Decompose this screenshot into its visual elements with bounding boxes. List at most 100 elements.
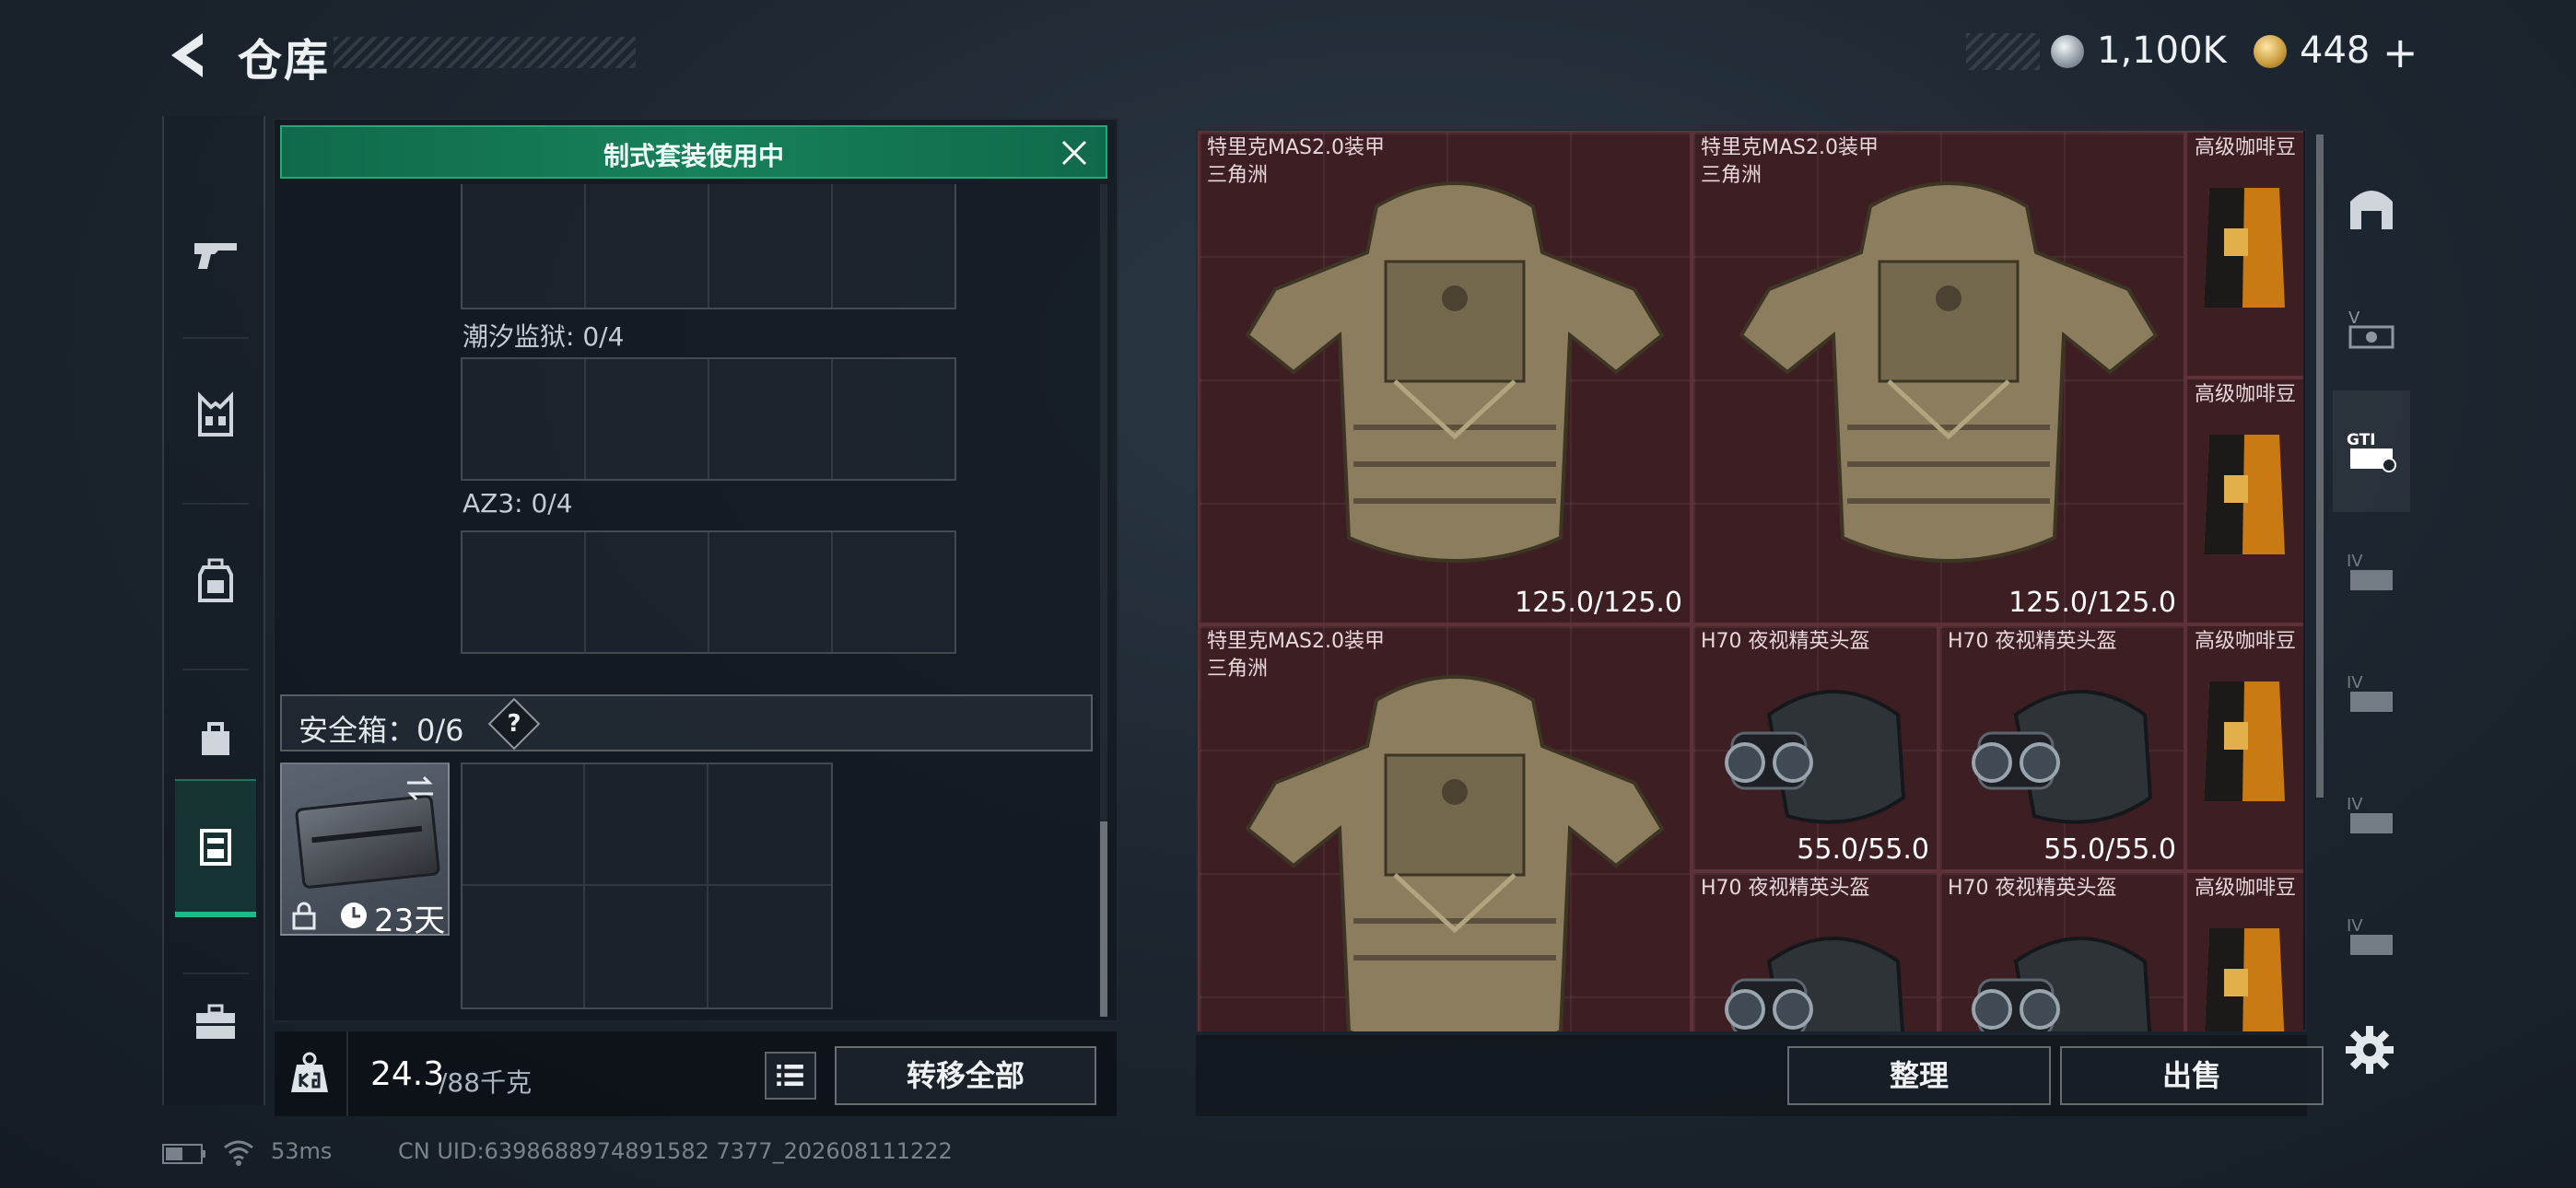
stash-page-tab-iv-3[interactable]: IV	[2333, 755, 2410, 877]
gold-coin-icon	[2254, 35, 2287, 68]
grid-cell[interactable]	[586, 532, 709, 652]
item-name: H70 夜视精英头盔	[1948, 877, 2117, 900]
nav-weapons[interactable]	[175, 184, 256, 322]
stash-scrollbar-thumb[interactable]	[2316, 134, 2324, 798]
sort-button[interactable]: 整理	[1787, 1046, 2051, 1105]
stash-iv-3-icon: IV	[2347, 795, 2393, 833]
category-nav	[162, 116, 265, 1105]
swap-icon[interactable]	[402, 770, 439, 807]
grid-cell[interactable]	[463, 359, 586, 479]
stash-page-tab-iv-4[interactable]: IV	[2333, 877, 2410, 998]
stash-page-tab-gti[interactable]: GTI	[2333, 390, 2410, 512]
item-name: H70 夜视精英头盔	[1701, 877, 1870, 900]
stash-item-helmet[interactable]: H70 夜视精英头盔	[1692, 871, 1938, 1031]
help-icon: ?	[507, 710, 521, 738]
pistol-icon	[194, 243, 237, 269]
nav-backpack[interactable]	[175, 512, 256, 650]
slot-grid[interactable]	[461, 357, 956, 481]
body-armor-image	[1245, 675, 1665, 1031]
item-name: 特里克MAS2.0装甲	[1701, 136, 1879, 159]
slot-grid[interactable]	[461, 530, 956, 654]
stash-page-tab-iv-2[interactable]: IV	[2333, 634, 2410, 755]
storage-scrollbar-thumb[interactable]	[1100, 821, 1107, 1017]
add-currency-button[interactable]: +	[2383, 28, 2418, 77]
item-durability: 55.0/55.0	[1797, 833, 1929, 866]
stash-page-tab-vault[interactable]	[2333, 147, 2410, 269]
item-subtitle: 三角洲	[1207, 164, 1269, 187]
grid-cell[interactable]	[833, 184, 954, 308]
pouch-icon	[202, 722, 229, 755]
transfer-all-button[interactable]: 转移全部	[835, 1046, 1096, 1105]
nav-divider	[182, 503, 249, 505]
status-footer: 53ms CN UID:6398688974891582 7377_202608…	[162, 1138, 1176, 1170]
stash-item-armor[interactable]: 特里克MAS2.0装甲 三角洲 125.0/125.0	[1198, 131, 1692, 624]
grid-cell[interactable]	[833, 532, 954, 652]
body-armor-image	[1739, 181, 2159, 563]
nav-toolbox[interactable]	[175, 954, 256, 1092]
safe-box-days-left: 23天	[374, 903, 446, 939]
coffee-bag-image	[2204, 681, 2285, 801]
stash-item-helmet[interactable]: H70 夜视精英头盔 55.0/55.0	[1938, 624, 2185, 871]
close-icon[interactable]	[1056, 134, 1093, 171]
grid-cell[interactable]	[709, 359, 833, 479]
item-subtitle: 三角洲	[1701, 164, 1762, 187]
stash-iv-2-icon: IV	[2347, 673, 2393, 712]
sell-button[interactable]: 出售	[2060, 1046, 2324, 1105]
safe-box-item[interactable]: 23天	[280, 763, 450, 939]
grid-cell[interactable]	[463, 886, 586, 1007]
title-decoration	[334, 37, 636, 68]
help-button[interactable]: ?	[487, 697, 541, 751]
grid-cell[interactable]	[585, 886, 708, 1007]
user-uid: CN UID:6398688974891582 7377_20260811122…	[398, 1138, 953, 1164]
grid-cell[interactable]	[833, 359, 954, 479]
item-name: 高级咖啡豆	[2195, 136, 2297, 159]
grid-cell[interactable]	[585, 764, 708, 886]
body-armor-image	[1245, 181, 1665, 563]
grid-cell[interactable]	[586, 359, 709, 479]
stash-tab-label: IV	[2347, 673, 2363, 693]
grid-cell[interactable]	[463, 532, 586, 652]
stash-tab-label: IV	[2347, 795, 2363, 814]
stash-item-coffee[interactable]: 高级咖啡豆	[2185, 871, 2303, 1031]
nav-safe-box[interactable]	[175, 779, 256, 917]
item-durability: 55.0/55.0	[2043, 833, 2176, 866]
grid-cell[interactable]	[463, 764, 586, 886]
stash-item-helmet[interactable]: H70 夜视精英头盔 55.0/55.0	[1692, 624, 1938, 871]
list-view-button[interactable]	[765, 1052, 816, 1100]
stash-item-helmet[interactable]: H70 夜视精英头盔	[1938, 871, 2185, 1031]
stash-page-tab-iv-1[interactable]: IV	[2333, 512, 2410, 634]
silver-coin-icon	[2051, 35, 2084, 68]
safe-case-image	[294, 794, 441, 890]
page-title: 仓库	[238, 35, 331, 87]
grid-cell[interactable]	[586, 184, 709, 308]
gold-coin-amount: 448	[2300, 29, 2371, 72]
night-vision-helmet-image	[1972, 937, 2152, 1031]
stash-item-coffee[interactable]: 高级咖啡豆	[2185, 624, 2303, 871]
item-name: 高级咖啡豆	[2195, 877, 2297, 900]
slot-label-tide-prison: 潮汐监狱: 0/4	[463, 321, 625, 352]
grid-cell[interactable]	[708, 886, 831, 1007]
stash-tab-label: GTI	[2347, 431, 2376, 449]
grid-cell[interactable]	[709, 532, 833, 652]
grid-cell[interactable]	[463, 184, 586, 308]
weight-current: 24.3	[370, 1055, 445, 1093]
slot-label-az3: AZ3: 0/4	[463, 488, 573, 518]
nav-chest-rig[interactable]	[175, 346, 256, 484]
grid-cell[interactable]	[708, 764, 831, 886]
safe-box-grid[interactable]	[461, 763, 833, 1009]
gear-icon[interactable]	[2344, 1024, 2395, 1076]
stash-page-tab-v[interactable]: V	[2333, 269, 2410, 390]
stash-item-armor[interactable]: 特里克MAS2.0装甲 三角洲	[1198, 624, 1692, 1031]
stash-item-coffee[interactable]: 高级咖啡豆	[2185, 378, 2303, 624]
stash-iv-1-icon: IV	[2347, 552, 2393, 590]
weight-kg-icon	[291, 1052, 328, 1092]
backpack-icon	[198, 558, 233, 602]
grid-cell[interactable]	[709, 184, 833, 308]
stash-tab-label: IV	[2347, 916, 2363, 936]
slot-grid[interactable]	[461, 184, 956, 309]
kit-banner-text: 制式套装使用中	[603, 141, 784, 171]
back-arrow-icon[interactable]	[162, 28, 217, 83]
stash-iv-4-icon: IV	[2347, 916, 2393, 955]
stash-item-armor[interactable]: 特里克MAS2.0装甲 三角洲 125.0/125.0	[1692, 131, 2185, 624]
stash-item-coffee[interactable]: 高级咖啡豆	[2185, 131, 2303, 378]
